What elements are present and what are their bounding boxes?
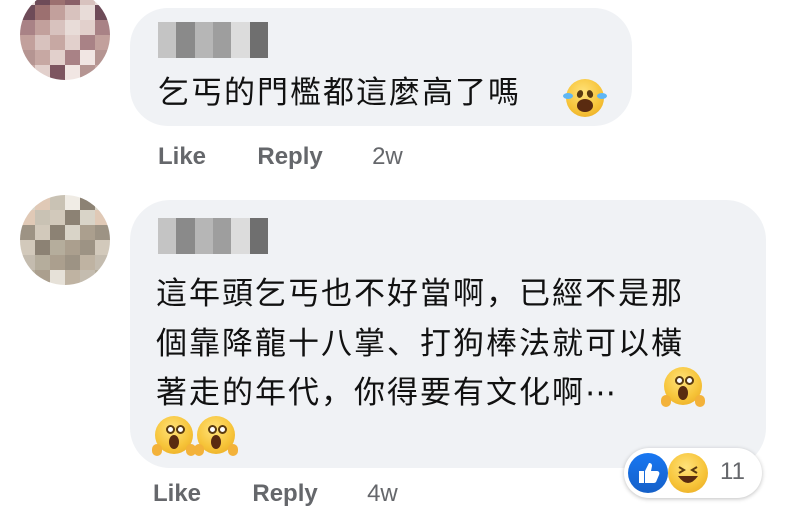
commenter-name-redacted[interactable] <box>158 22 268 58</box>
comment-text: 乞丐的門檻都這麼高了嗎 <box>158 70 521 116</box>
timestamp[interactable]: 2w <box>372 143 403 170</box>
reaction-summary[interactable]: 11 <box>624 448 762 498</box>
comment-text-line: 著走的年代，你得要有文化啊⋯ <box>156 375 618 411</box>
like-icon <box>628 453 668 493</box>
scream-emoji-icon <box>194 416 238 456</box>
haha-icon <box>668 453 708 493</box>
comment-actions: Like Reply 2w <box>158 143 403 171</box>
avatar[interactable] <box>20 0 110 80</box>
avatar[interactable] <box>20 195 110 285</box>
scream-emoji-icon <box>661 367 705 407</box>
comment-text-line: 這年頭乞丐也不好當啊，已經不是那 <box>156 276 684 312</box>
comment-text-line: 乞丐的門檻都這麼高了嗎 <box>158 75 521 111</box>
joy-emoji-icon <box>563 79 607 117</box>
comment-text-line: 個靠降龍十八掌、打狗棒法就可以橫 <box>156 326 684 362</box>
reply-link[interactable]: Reply <box>257 143 322 170</box>
scream-emoji-icon <box>152 416 196 456</box>
commenter-name-redacted[interactable] <box>158 218 268 254</box>
reaction-count: 11 <box>720 458 745 485</box>
like-link[interactable]: Like <box>158 143 206 170</box>
comment-actions: Like Reply 4w <box>153 480 398 508</box>
timestamp[interactable]: 4w <box>367 480 398 507</box>
like-link[interactable]: Like <box>153 480 201 507</box>
reply-link[interactable]: Reply <box>252 480 317 507</box>
